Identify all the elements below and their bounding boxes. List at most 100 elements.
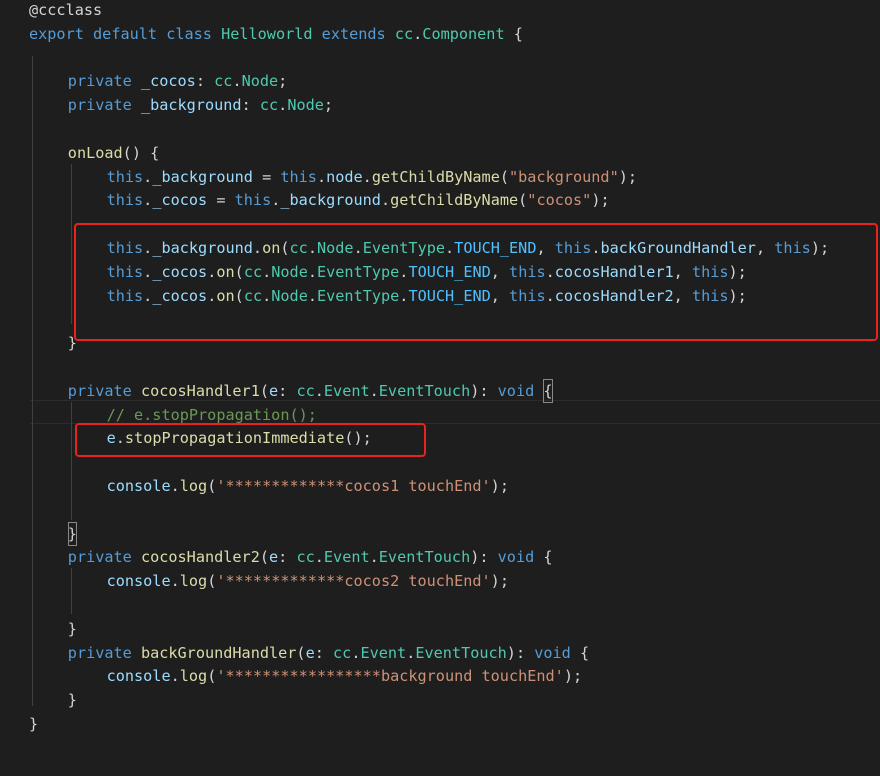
code-token: _background bbox=[140, 96, 242, 115]
code-token: . bbox=[316, 167, 327, 186]
code-line[interactable]: } bbox=[0, 712, 880, 736]
code-token: default bbox=[93, 24, 158, 43]
code-line[interactable]: console.log('*************cocos1 touchEn… bbox=[0, 474, 880, 498]
code-line-text: export default class Helloworld extends … bbox=[29, 22, 523, 46]
code-token: e bbox=[269, 548, 279, 567]
code-token: this bbox=[234, 191, 272, 210]
code-token: } bbox=[67, 691, 77, 710]
code-line-text: private cocosHandler1(e: cc.Event.EventT… bbox=[68, 378, 553, 403]
code-line[interactable] bbox=[0, 117, 880, 141]
code-token: ( bbox=[296, 643, 306, 662]
code-token: . bbox=[314, 548, 324, 567]
code-token: EventTouch bbox=[415, 643, 507, 662]
code-line[interactable] bbox=[0, 593, 880, 617]
code-line-text: } bbox=[29, 712, 38, 736]
code-token: . bbox=[170, 477, 180, 495]
code-line[interactable]: onLoad() { bbox=[0, 141, 880, 165]
code-token: extends bbox=[321, 24, 386, 43]
code-token: Event bbox=[360, 643, 407, 662]
code-token: Component bbox=[422, 24, 505, 43]
highlight-box-event-registration bbox=[74, 223, 878, 341]
code-token: Event bbox=[323, 381, 370, 400]
code-line-text: private _cocos: cc.Node; bbox=[68, 69, 288, 93]
code-token: : bbox=[195, 72, 215, 91]
code-token: cc bbox=[296, 548, 315, 567]
code-token: this bbox=[106, 167, 144, 186]
code-token: } bbox=[29, 715, 39, 733]
code-line[interactable]: export default class Helloworld extends … bbox=[0, 22, 880, 46]
code-token: ); bbox=[490, 477, 509, 495]
code-line-text: console.log('*************cocos1 touchEn… bbox=[107, 474, 509, 498]
code-token: ( bbox=[207, 477, 217, 495]
code-line[interactable]: private cocosHandler1(e: cc.Event.EventT… bbox=[0, 378, 880, 403]
code-token: getChildByName bbox=[390, 191, 519, 210]
code-editor[interactable]: @ccclass export default class Helloworld … bbox=[0, 0, 880, 776]
code-token: ); bbox=[591, 191, 610, 210]
code-token: log bbox=[179, 667, 208, 686]
code-line[interactable]: this._background = this.node.getChildByN… bbox=[0, 165, 880, 189]
code-line[interactable]: } bbox=[0, 521, 880, 546]
code-token: class bbox=[166, 24, 212, 43]
code-token: ); bbox=[490, 572, 509, 591]
code-line-text: } bbox=[68, 617, 77, 641]
code-line[interactable]: } bbox=[0, 688, 880, 712]
code-token: private bbox=[67, 72, 132, 91]
code-token: EventTouch bbox=[378, 381, 471, 400]
code-token: cc bbox=[259, 96, 279, 115]
code-token: log bbox=[179, 477, 208, 495]
code-token: _background bbox=[280, 191, 381, 210]
code-token: @ccclass bbox=[29, 1, 103, 19]
code-token: export bbox=[29, 24, 84, 43]
code-line[interactable] bbox=[0, 46, 880, 70]
code-line[interactable]: private backGroundHandler(e: cc.Event.Ev… bbox=[0, 641, 880, 665]
code-token: Helloworld bbox=[221, 24, 313, 43]
code-line[interactable]: @ccclass bbox=[0, 0, 880, 22]
code-token: log bbox=[179, 572, 208, 591]
code-token: cc bbox=[394, 24, 414, 43]
code-token: cc bbox=[296, 381, 315, 400]
code-token: . bbox=[362, 167, 372, 186]
code-token: : bbox=[278, 381, 297, 400]
code-token: . bbox=[314, 381, 324, 400]
code-token: node bbox=[326, 167, 363, 186]
code-token: : bbox=[278, 548, 297, 567]
code-token: ; bbox=[323, 96, 334, 115]
code-token: . bbox=[380, 191, 391, 210]
code-line-text: this._background = this.node.getChildByN… bbox=[107, 165, 637, 189]
code-token: Node bbox=[241, 72, 279, 91]
code-token: _cocos bbox=[152, 191, 208, 210]
code-token: . bbox=[170, 572, 180, 591]
code-line-text: console.log('*************cocos2 touchEn… bbox=[107, 569, 509, 593]
code-token: e bbox=[269, 381, 279, 400]
code-token: . bbox=[170, 667, 180, 686]
code-token: private bbox=[67, 96, 132, 115]
code-token: Event bbox=[323, 548, 370, 567]
code-token: ( bbox=[518, 191, 528, 210]
code-token: } bbox=[67, 619, 77, 638]
code-line[interactable]: console.log('*************cocos2 touchEn… bbox=[0, 569, 880, 593]
code-line[interactable]: private cocosHandler2(e: cc.Event.EventT… bbox=[0, 545, 880, 569]
code-token: ): bbox=[506, 643, 535, 662]
code-token: . bbox=[369, 548, 379, 567]
code-line[interactable]: private _cocos: cc.Node; bbox=[0, 69, 880, 93]
code-token: . bbox=[143, 167, 153, 186]
code-token: = bbox=[207, 191, 235, 210]
code-line[interactable] bbox=[0, 498, 880, 522]
code-line[interactable]: } bbox=[0, 617, 880, 641]
code-line[interactable]: console.log('*****************background… bbox=[0, 664, 880, 688]
code-token: { bbox=[570, 643, 590, 662]
code-token: void bbox=[534, 643, 571, 662]
code-line-text: private cocosHandler2(e: cc.Event.EventT… bbox=[68, 545, 553, 569]
code-line[interactable]: private _background: cc.Node; bbox=[0, 93, 880, 117]
code-token: . bbox=[369, 381, 379, 400]
code-line[interactable] bbox=[0, 355, 880, 379]
code-line-text: private backGroundHandler(e: cc.Event.Ev… bbox=[68, 641, 589, 665]
code-token: cc bbox=[214, 72, 233, 91]
code-token: // e.stopPropagation(); bbox=[106, 405, 317, 424]
code-line[interactable]: this._cocos = this._background.getChildB… bbox=[0, 188, 880, 212]
